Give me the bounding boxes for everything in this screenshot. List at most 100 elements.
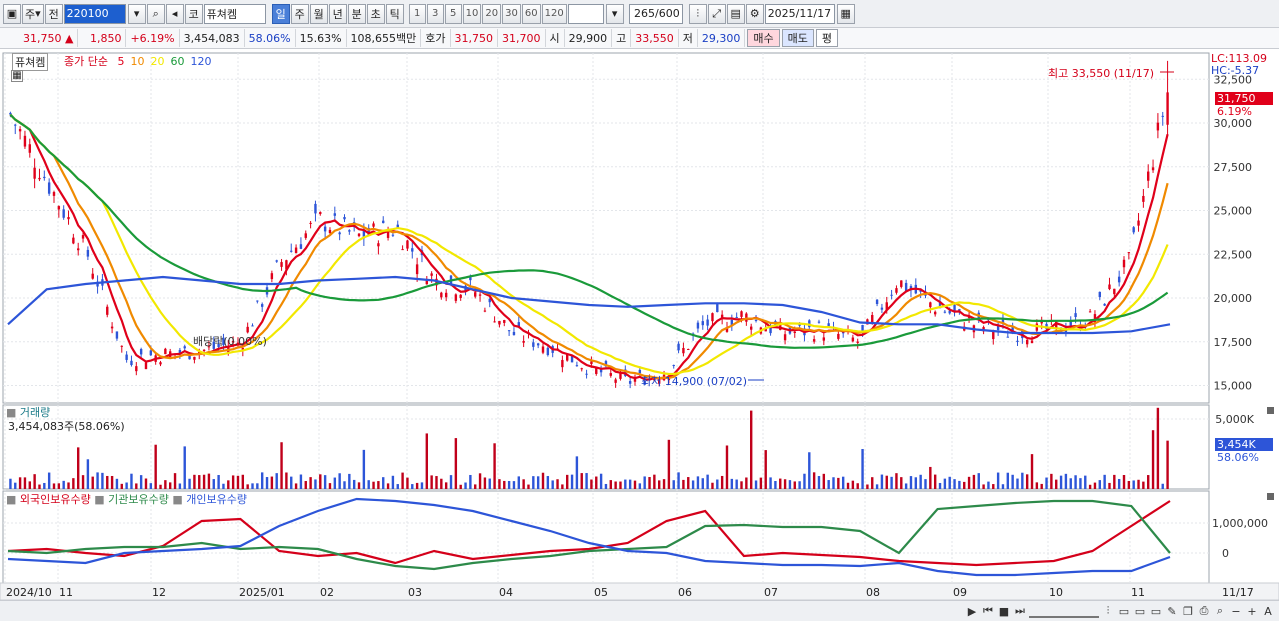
layout-icon[interactable]: ▣ (3, 3, 21, 24)
gear-icon[interactable]: ⚙ (745, 3, 764, 24)
interval-button-4[interactable]: 20 (482, 3, 502, 24)
first-icon[interactable]: ⏮ (981, 604, 995, 618)
volume-bar (1040, 483, 1043, 489)
copy-icon[interactable]: ❐ (1181, 604, 1195, 618)
volume-bar (188, 478, 191, 489)
candle-body (943, 311, 947, 313)
ma-legend: 종가 단순 5 10 20 60 120 (64, 53, 211, 69)
candle-body (91, 273, 94, 279)
eval-button[interactable]: 평 (815, 29, 839, 47)
quote-high: 33,550 (631, 29, 679, 47)
interval-custom-input[interactable] (567, 3, 604, 24)
interval-button-2[interactable]: 5 (444, 3, 462, 24)
volume-bar (556, 479, 559, 489)
code-prefix-button[interactable]: 코 (184, 3, 203, 24)
candle-body (86, 249, 90, 257)
cross-icon[interactable]: ⤢ (707, 3, 726, 24)
interval-button-0[interactable]: 1 (408, 3, 426, 24)
volume-bar (106, 475, 109, 489)
zoom-slider[interactable] (1029, 604, 1099, 618)
volume-bar (251, 483, 254, 489)
layout-c-icon[interactable]: ▭ (1149, 604, 1163, 618)
volume-bar (725, 445, 729, 489)
volume-bar (52, 483, 56, 489)
volume-bar (575, 456, 579, 489)
chart-type-icon[interactable]: ⫶ (688, 3, 707, 24)
timeframe-button-5[interactable]: 초 (366, 3, 385, 24)
candle-body (328, 229, 332, 234)
volume-bar (701, 478, 704, 489)
volume-bar (619, 481, 622, 489)
candle-body (415, 264, 419, 275)
volume-bar (1147, 475, 1150, 489)
layout-a-icon[interactable]: ▭ (1117, 604, 1131, 618)
timeframe-button-2[interactable]: 월 (309, 3, 328, 24)
speaker-icon[interactable]: ◂ (165, 3, 184, 24)
volume-bar (1117, 478, 1121, 489)
search-icon[interactable]: ⌕ (146, 3, 165, 24)
search-zoom-icon[interactable]: ⌕ (1213, 604, 1227, 618)
scroll-right-icon[interactable]: ▶ (965, 604, 979, 618)
volume-bar (788, 480, 792, 489)
volume-bar (28, 481, 31, 489)
interval-button-1[interactable]: 3 (426, 3, 444, 24)
stock-name-field[interactable]: 퓨쳐켐 (203, 3, 266, 24)
interval-group: 1 3 5 10 20 30 60 120 (408, 3, 568, 24)
quote-low: 29,300 (698, 29, 746, 47)
candle-body (401, 249, 404, 251)
chart-area[interactable]: 2024/10 11 12 2025/01 02 03 04 05 06 07 08 09 10 11 11… (0, 50, 1279, 600)
buy-button[interactable]: 매수 (747, 29, 780, 47)
sell-button[interactable]: 매도 (781, 29, 814, 47)
table-icon[interactable]: ▦ (11, 70, 23, 82)
stock-code-input[interactable]: 220100 (63, 3, 126, 24)
code-dropdown-icon[interactable]: ▾ (127, 3, 146, 24)
x-label-12: 10 (1049, 586, 1063, 599)
date-field[interactable]: 2025/11/17 (764, 3, 835, 24)
timeframe-button-3[interactable]: 년 (328, 3, 347, 24)
prev-button[interactable]: 전 (44, 3, 63, 24)
volume-bar (541, 472, 545, 489)
count-field[interactable]: 265/600 (628, 3, 683, 24)
volume-bar (740, 481, 743, 489)
split-icon[interactable]: ⫶ (1101, 604, 1115, 618)
zoom-in-icon[interactable]: + (1245, 604, 1259, 618)
timeframe-button-1[interactable]: 주 (290, 3, 309, 24)
volume-bar (536, 476, 540, 489)
save-icon[interactable]: ▤ (726, 3, 745, 24)
timeframe-group: 일주월년분초틱 (271, 3, 405, 24)
timeframe-button-6[interactable]: 틱 (385, 3, 404, 24)
font-icon[interactable]: A (1261, 604, 1275, 618)
calendar-icon[interactable]: ▦ (836, 3, 855, 24)
candle-body (67, 217, 70, 220)
candle-body (609, 373, 612, 376)
zoom-out-icon[interactable]: − (1229, 604, 1243, 618)
timeframe-button-4[interactable]: 분 (347, 3, 366, 24)
period-select[interactable]: 주 ▾ (22, 3, 44, 24)
interval-dropdown-icon[interactable]: ▾ (605, 3, 624, 24)
candle-body (406, 240, 409, 249)
volume-bar (396, 484, 399, 489)
period-label: 주 (25, 7, 36, 21)
last-icon[interactable]: ⏭ (1013, 604, 1027, 618)
candle-body (110, 326, 114, 329)
volume-bar (367, 480, 370, 489)
ma-legend-prefix: 종가 단순 (64, 55, 108, 68)
interval-button-5[interactable]: 30 (502, 3, 521, 24)
layout-b-icon[interactable]: ▭ (1133, 604, 1147, 618)
draw-icon[interactable]: ✎ (1165, 604, 1179, 618)
interval-button-7[interactable]: 120 (541, 3, 567, 24)
candle-body (294, 247, 298, 254)
candle-body (106, 306, 109, 315)
volume-bar (929, 466, 932, 489)
interval-button-6[interactable]: 60 (521, 3, 541, 24)
volume-bar (62, 480, 65, 489)
stop-icon[interactable]: ■ (997, 604, 1011, 618)
timeframe-button-0[interactable]: 일 (271, 3, 290, 24)
volume-bar (895, 473, 898, 489)
print-icon[interactable]: ⎙ (1197, 604, 1211, 618)
ma-period-10: 10 (130, 55, 145, 68)
candle-body (411, 248, 414, 252)
volume-bar (1074, 475, 1077, 489)
volume-bar (198, 475, 201, 489)
interval-button-3[interactable]: 10 (462, 3, 482, 24)
